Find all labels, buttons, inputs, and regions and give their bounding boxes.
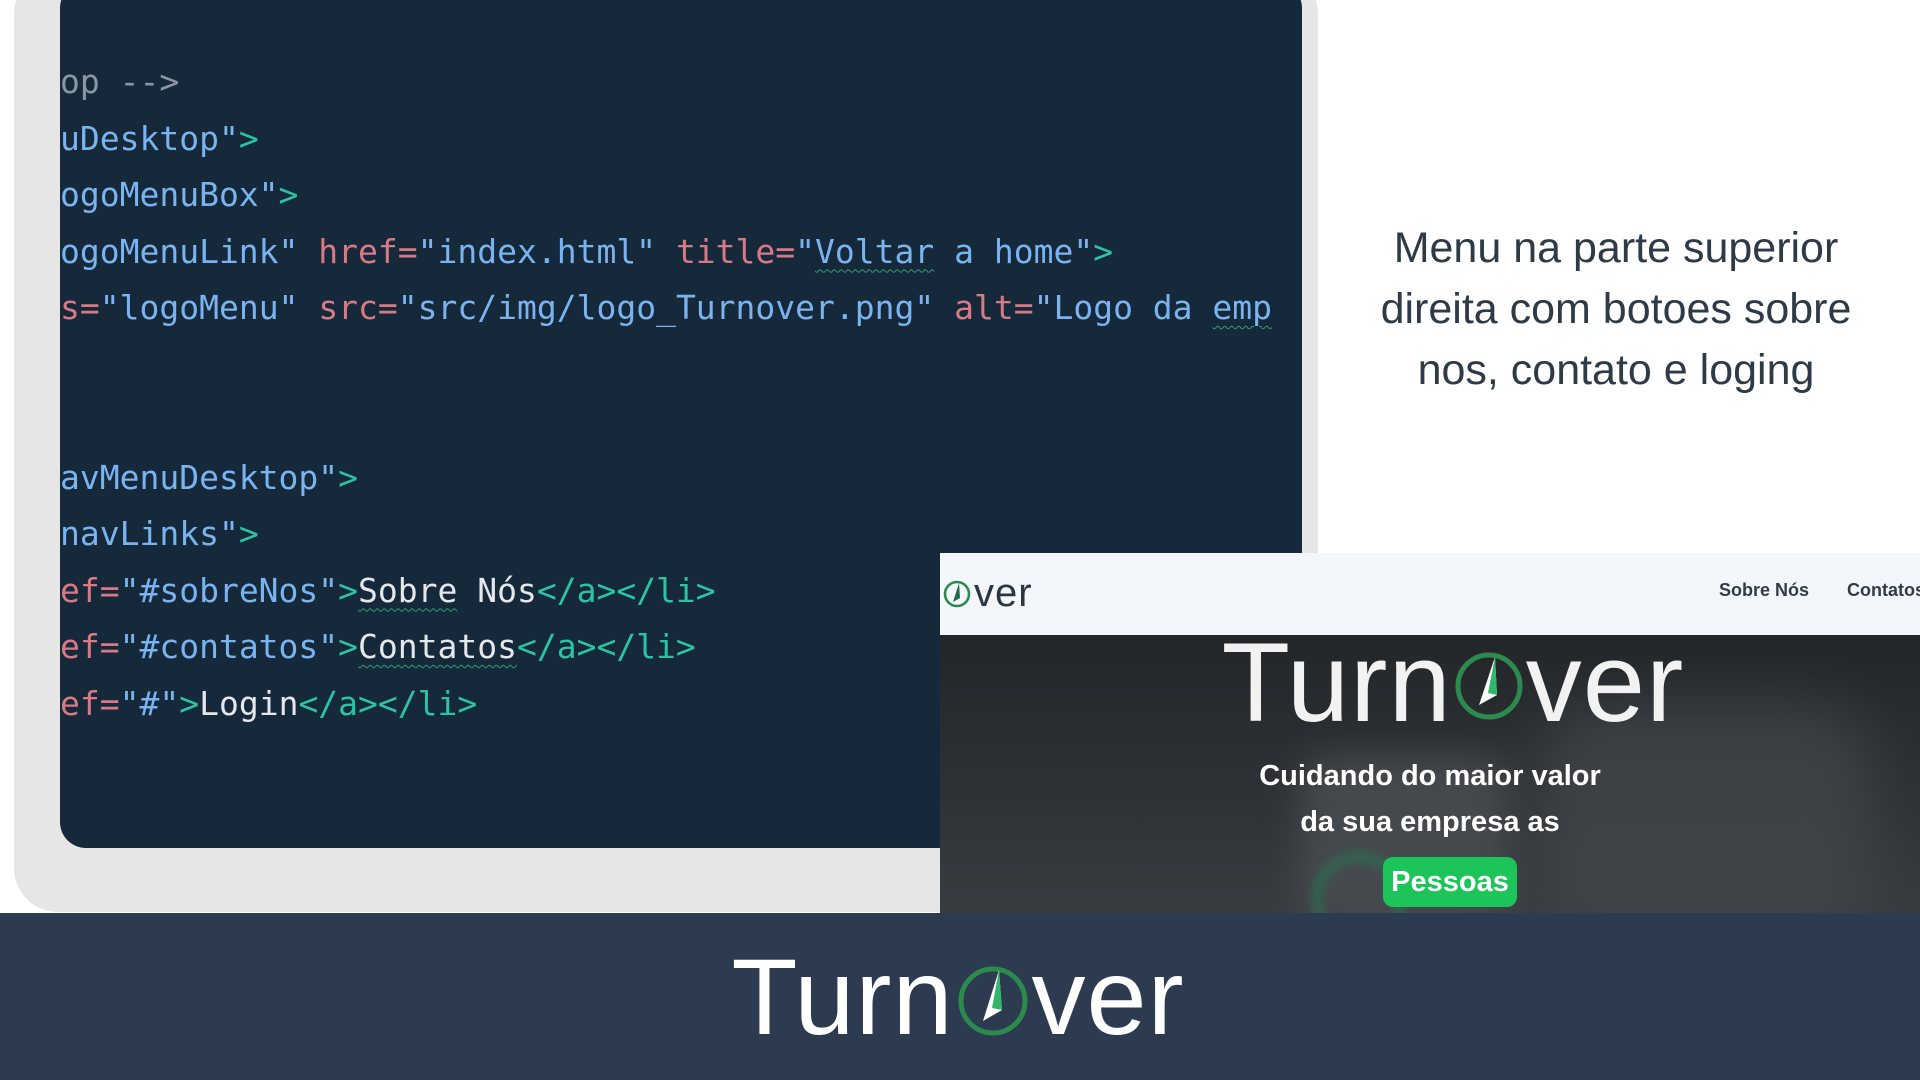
footer-logo-left: Turn <box>731 935 954 1057</box>
code-token: Login <box>199 683 299 723</box>
hero-logo: Turn ver <box>1206 620 1700 745</box>
code-token: ef= <box>60 570 120 610</box>
code-token: "index.html" <box>417 231 657 271</box>
code-token: "Logo da <box>1033 288 1213 327</box>
compass-o-icon <box>943 580 971 608</box>
compass-o-icon <box>1455 652 1523 720</box>
description-line-3: nos, contato e loging <box>1417 346 1815 394</box>
code-token: ef= <box>60 683 120 723</box>
code-line: op --> <box>60 60 179 104</box>
code-token: > <box>338 570 359 610</box>
code-line: ef="#contatos">Contatos</a></li> <box>60 625 696 669</box>
code-token: "logoMenu" <box>99 288 299 327</box>
code-line: uDesktop"> <box>60 117 259 161</box>
code-token: </a></li> <box>298 683 478 723</box>
nav-link-sobre-nos[interactable]: Sobre Nós <box>1719 580 1809 601</box>
code-token: > <box>238 118 259 158</box>
code-token: "#contatos" <box>119 627 339 666</box>
code-line: ogoMenuBox"> <box>60 173 298 217</box>
code-line: navLinks"> <box>60 512 259 556</box>
code-token: a home" <box>934 231 1094 271</box>
code-token: emp <box>1212 288 1273 327</box>
footer-logo-right: ver <box>1031 935 1185 1057</box>
code-token: > <box>338 457 359 497</box>
code-token: avMenuDesktop" <box>60 457 339 497</box>
code-token: op --> <box>60 62 180 101</box>
highlight-badge: Pessoas <box>1383 857 1517 907</box>
hero-tagline-line-2: da sua empresa as <box>1300 806 1560 838</box>
code-token: href= <box>318 231 418 271</box>
code-token: ogoMenuBox" <box>60 175 279 214</box>
code-token: > <box>238 514 259 553</box>
footer-logo: Turn ver <box>718 936 1198 1057</box>
description-text: Menu na parte superior direita com botoe… <box>1348 218 1884 401</box>
code-token: src= <box>318 288 398 327</box>
description-line-1: Menu na parte superior <box>1393 224 1839 272</box>
footer-bar: Turn ver <box>0 913 1920 1080</box>
code-line: ef="#">Login</a></li> <box>60 682 477 726</box>
code-token: > <box>338 627 359 666</box>
code-line: s="logoMenu" src="src/img/logo_Turnover.… <box>60 286 1272 330</box>
nav-logo-text: ver <box>974 570 1033 615</box>
code-token: s= <box>60 288 100 327</box>
code-token: "src/img/logo_Turnover.png" <box>397 288 935 327</box>
code-token: "#sobreNos" <box>119 570 339 610</box>
code-token: ef= <box>60 627 120 666</box>
code-token: > <box>179 683 200 723</box>
code-token: </a></li> <box>536 570 716 610</box>
code-token: > <box>278 175 299 214</box>
website-preview: ver Sobre Nós Contatos Turn ver Cuidando… <box>940 553 1920 924</box>
hero-section: Turn ver Cuidando do maior valor da sua … <box>940 620 1920 924</box>
code-token: Voltar <box>815 231 935 271</box>
code-token: " <box>795 231 816 271</box>
hero-tagline-line-1: Cuidando do maior valor <box>1259 760 1601 792</box>
code-token: alt= <box>954 288 1034 327</box>
code-token: </a></li> <box>516 627 696 666</box>
code-line: avMenuDesktop"> <box>60 456 358 500</box>
nav-logo[interactable]: ver <box>942 570 1033 615</box>
code-token: navLinks" <box>60 514 239 553</box>
hero-logo-left: Turn <box>1221 619 1452 745</box>
code-line: ogoMenuLink" href="index.html" title="Vo… <box>60 230 1113 274</box>
compass-o-icon <box>958 966 1028 1036</box>
code-token: > <box>1093 231 1114 271</box>
description-line-2: direita com botoes sobre <box>1380 285 1852 333</box>
code-token: uDesktop" <box>60 118 239 158</box>
code-token: "#" <box>119 683 180 723</box>
code-token: Nós <box>457 570 537 610</box>
code-token: ogoMenuLink" <box>60 231 299 271</box>
nav-link-contatos[interactable]: Contatos <box>1847 580 1920 601</box>
code-token: Sobre <box>358 570 458 610</box>
hero-logo-right: ver <box>1525 619 1685 745</box>
code-token: title= <box>675 231 796 271</box>
code-token: Contatos <box>358 627 517 666</box>
code-line: ef="#sobreNos">Sobre Nós</a></li> <box>60 569 716 613</box>
